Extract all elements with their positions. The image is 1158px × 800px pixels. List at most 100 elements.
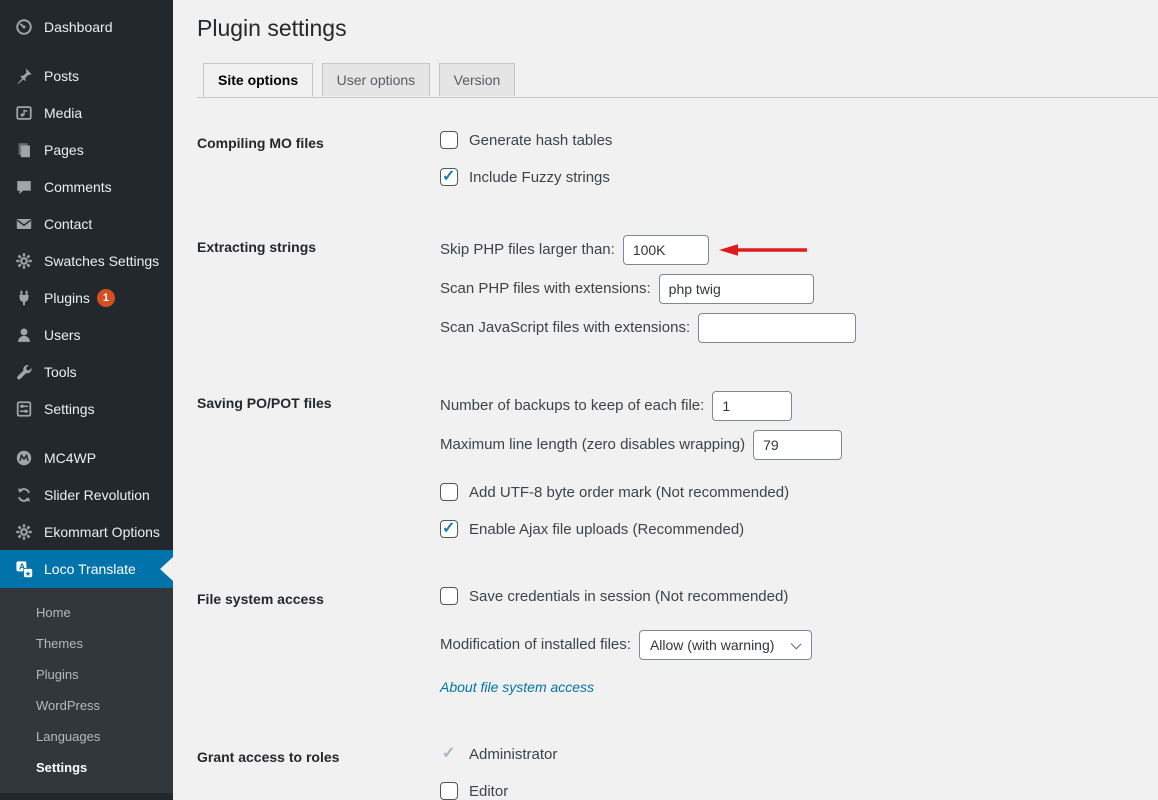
modify-files-select[interactable]: Allow (with warning) [639,630,812,660]
sidebar-item-pages[interactable]: Pages [0,131,173,168]
sidebar-item-posts[interactable]: Posts [0,57,173,94]
sidebar-item-contact[interactable]: Contact [0,205,173,242]
checkbox-label: Generate hash tables [469,132,612,149]
wrench-icon [14,362,34,382]
save-credentials-checkbox[interactable] [440,587,458,605]
pages-icon [14,140,34,160]
sidebar-item-label: Loco Translate [44,561,136,577]
include-fuzzy-strings-checkbox[interactable] [440,168,458,186]
row-role-administrator: Administrator [440,745,557,764]
section-label: Saving PO/POT files [197,391,440,539]
page-title: Plugin settings [197,14,1158,44]
user-icon [14,325,34,345]
sidebar-item-label: Comments [44,179,112,195]
sidebar-item-label: Slider Revolution [44,487,150,503]
sidebar-item-label: Pages [44,142,84,158]
admin-sidebar: Dashboard Posts Media Pages [0,0,173,800]
gear-icon [14,251,34,271]
loco-translate-submenu: Home Themes Plugins WordPress Languages … [0,588,173,793]
update-count-badge: 1 [97,289,115,307]
comment-icon [14,177,34,197]
checkbox-label: Editor [469,783,508,800]
sidebar-item-label: MC4WP [44,450,96,466]
submenu-item-settings[interactable]: Settings [0,752,173,783]
sidebar-item-comments[interactable]: Comments [0,168,173,205]
role-administrator-checkbox[interactable] [440,745,458,763]
sidebar-item-label: Dashboard [44,19,113,35]
row-modify-installed-files: Modification of installed files: Allow (… [440,630,812,660]
section-saving-po-pot-files: Saving PO/POT files Number of backups to… [197,391,1158,539]
sidebar-item-plugins[interactable]: Plugins 1 [0,279,173,316]
sliders-icon [14,399,34,419]
scan-js-extensions-input[interactable] [698,313,856,343]
sidebar-item-label: Tools [44,364,77,380]
annotation-arrow-icon [717,242,809,258]
sidebar-item-dashboard[interactable]: Dashboard [0,8,173,45]
checkbox-label: Add UTF-8 byte order mark (Not recommend… [469,484,789,501]
row-skip-php-size: Skip PHP files larger than: [440,235,856,265]
scan-php-extensions-input[interactable] [659,274,814,304]
row-utf8-bom: Add UTF-8 byte order mark (Not recommend… [440,483,842,502]
submenu-item-home[interactable]: Home [0,597,173,628]
sidebar-item-label: Settings [44,401,95,417]
sidebar-item-users[interactable]: Users [0,316,173,353]
sidebar-item-loco-translate[interactable]: A★ Loco Translate [0,550,173,588]
settings-form: Compiling MO files Generate hash tables … [197,131,1158,800]
tab-site-options[interactable]: Site options [203,63,313,97]
checkbox-label: Enable Ajax file uploads (Recommended) [469,521,744,538]
sidebar-item-label: Swatches Settings [44,253,159,269]
settings-tabs: Site options User options Version [197,62,1158,98]
chevron-down-icon [791,639,802,650]
sidebar-item-tools[interactable]: Tools [0,353,173,390]
row-backup-count: Number of backups to keep of each file: [440,391,842,421]
gear-icon [14,522,34,542]
utf8-bom-checkbox[interactable] [440,483,458,501]
sidebar-item-label: Contact [44,216,92,232]
dashboard-icon [14,17,34,37]
tab-version[interactable]: Version [439,63,516,96]
translate-icon: A★ [14,559,34,579]
sidebar-item-mc4wp[interactable]: MC4WP [0,439,173,476]
section-compiling-mo-files: Compiling MO files Generate hash tables … [197,131,1158,187]
main-content: Plugin settings Site options User option… [173,0,1158,800]
field-label: Scan PHP files with extensions: [440,280,651,297]
sidebar-item-label: Plugins [44,290,90,306]
media-icon [14,103,34,123]
checkbox-label: Include Fuzzy strings [469,169,610,186]
sidebar-item-ekommart-options[interactable]: Ekommart Options [0,513,173,550]
generate-hash-tables-checkbox[interactable] [440,131,458,149]
submenu-item-plugins[interactable]: Plugins [0,659,173,690]
plug-icon [14,288,34,308]
backup-count-input[interactable] [712,391,792,421]
pushpin-icon [14,66,34,86]
field-label: Number of backups to keep of each file: [440,397,704,414]
sidebar-item-slider-revolution[interactable]: Slider Revolution [0,476,173,513]
sidebar-item-media[interactable]: Media [0,94,173,131]
ajax-uploads-checkbox[interactable] [440,520,458,538]
row-role-editor: Editor [440,782,557,800]
skip-php-size-input[interactable] [623,235,709,265]
row-max-line-length: Maximum line length (zero disables wrapp… [440,430,842,460]
menu-separator [0,427,173,439]
max-line-length-input[interactable] [753,430,842,460]
submenu-item-wordpress[interactable]: WordPress [0,690,173,721]
field-label: Maximum line length (zero disables wrapp… [440,436,745,453]
svg-text:★: ★ [24,569,30,577]
sidebar-item-label: Posts [44,68,79,84]
row-include-fuzzy-strings: Include Fuzzy strings [440,168,612,187]
sidebar-item-label: Media [44,105,82,121]
section-file-system-access: File system access Save credentials in s… [197,587,1158,697]
admin-menu: Dashboard Posts Media Pages [0,0,173,588]
section-extracting-strings: Extracting strings Skip PHP files larger… [197,235,1158,343]
sidebar-item-swatches-settings[interactable]: Swatches Settings [0,242,173,279]
submenu-item-themes[interactable]: Themes [0,628,173,659]
section-label: Grant access to roles [197,745,440,800]
submenu-item-languages[interactable]: Languages [0,721,173,752]
about-file-system-access-link[interactable]: About file system access [440,679,594,695]
select-value: Allow (with warning) [650,637,774,653]
tab-user-options[interactable]: User options [322,63,431,96]
row-scan-js-extensions: Scan JavaScript files with extensions: [440,313,856,343]
sidebar-item-settings[interactable]: Settings [0,390,173,427]
role-editor-checkbox[interactable] [440,782,458,800]
row-scan-php-extensions: Scan PHP files with extensions: [440,274,856,304]
